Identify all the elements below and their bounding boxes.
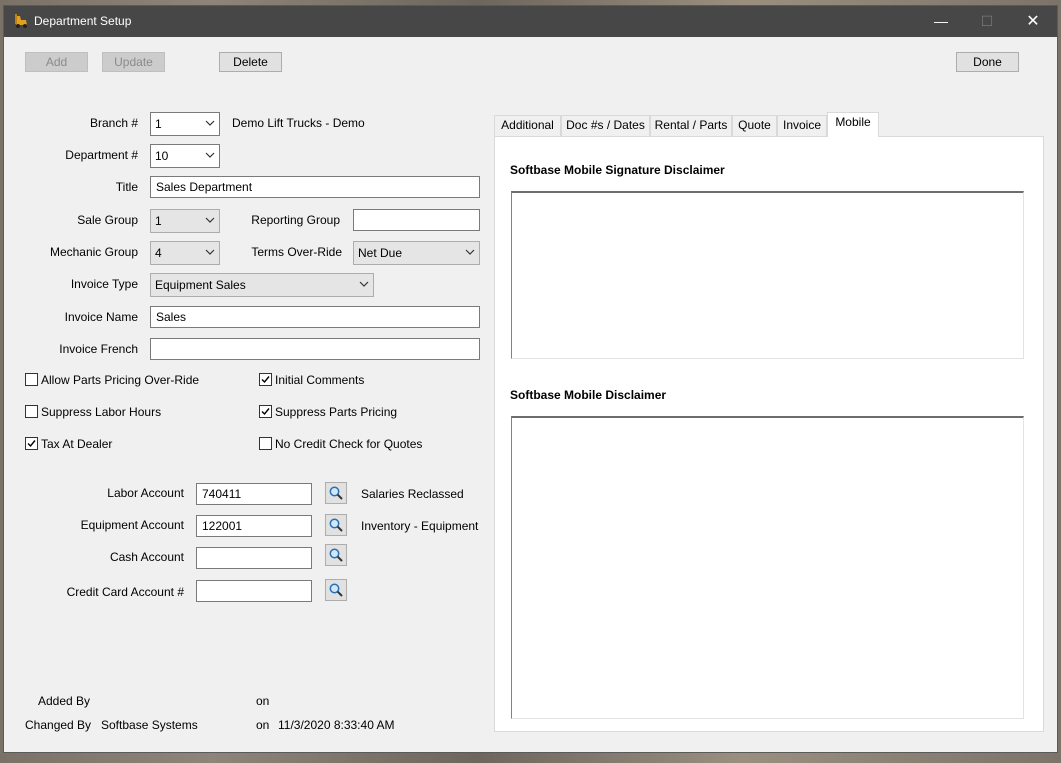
title-bar: Department Setup — ☐ ✕ [4,6,1057,37]
terms-override-label: Terms Over-Ride [251,245,342,259]
initial-comments-checkbox[interactable] [259,373,272,386]
tab-invoice[interactable]: Invoice [777,115,827,136]
invoice-type-label: Invoice Type [70,277,138,291]
credit-card-account-field[interactable] [196,580,312,602]
update-button[interactable]: Update [102,52,165,72]
labor-account-lookup-button[interactable] [325,482,347,504]
window-title: Department Setup [34,14,132,28]
title-field[interactable]: Sales Department [150,176,480,198]
chevron-down-icon [359,281,369,287]
labor-account-description: Salaries Reclassed [361,487,464,501]
equipment-account-label: Equipment Account [80,518,184,532]
mobile-disclaimer-textarea[interactable] [511,416,1024,719]
chevron-down-icon [205,217,215,223]
mobile-tab-panel: Softbase Mobile Signature Disclaimer Sof… [494,136,1044,732]
chevron-down-icon [205,152,215,158]
signature-disclaimer-textarea[interactable] [511,191,1024,359]
add-button[interactable]: Add [25,52,88,72]
checkmark-icon [261,376,270,384]
no-credit-check-checkbox[interactable] [259,437,272,450]
mobile-disclaimer-heading: Softbase Mobile Disclaimer [510,388,667,402]
allow-parts-pricing-label: Allow Parts Pricing Over-Ride [41,373,200,387]
done-button[interactable]: Done [956,52,1019,72]
terms-override-select[interactable]: Net Due [353,241,480,265]
title-label: Title [115,180,138,194]
branch-label: Branch # [89,116,138,130]
department-value: 10 [155,149,169,163]
tab-doc-dates[interactable]: Doc #s / Dates [561,115,650,136]
tab-rental-parts[interactable]: Rental / Parts [650,115,732,136]
checkmark-icon [27,440,36,448]
invoice-name-label: Invoice Name [64,310,138,324]
delete-button[interactable]: Delete [219,52,282,72]
cash-account-field[interactable] [196,547,312,569]
branch-value: 1 [155,117,162,131]
allow-parts-pricing-checkbox[interactable] [25,373,38,386]
chevron-down-icon [205,120,215,126]
magnifier-icon [329,486,343,500]
close-button[interactable]: ✕ [1010,6,1056,37]
magnifier-icon [329,583,343,597]
sale-group-label: Sale Group [77,213,138,227]
invoice-french-field[interactable] [150,338,480,360]
maximize-button[interactable]: ☐ [964,6,1010,37]
added-by-label: Added By [38,694,91,708]
app-icon [13,13,29,29]
cash-account-lookup-button[interactable] [325,544,347,566]
mechanic-group-label: Mechanic Group [49,245,138,259]
initial-comments-label: Initial Comments [275,373,365,387]
invoice-type-select[interactable]: Equipment Sales [150,273,374,297]
tab-mobile[interactable]: Mobile [827,112,879,137]
credit-card-account-label: Credit Card Account # [66,585,184,599]
tab-additional[interactable]: Additional [494,115,561,136]
mechanic-group-value: 4 [155,246,162,260]
minimize-button[interactable]: — [918,6,964,37]
checkmark-icon [261,408,270,416]
changed-on-value: 11/3/2020 8:33:40 AM [278,718,395,732]
cash-account-label: Cash Account [109,550,184,564]
chevron-down-icon [205,249,215,255]
mechanic-group-select[interactable]: 4 [150,241,220,265]
department-select[interactable]: 10 [150,144,220,168]
reporting-group-label: Reporting Group [251,213,340,227]
changed-by-label: Changed By [25,718,92,732]
reporting-group-field[interactable] [353,209,480,231]
signature-disclaimer-heading: Softbase Mobile Signature Disclaimer [510,163,725,177]
invoice-name-field[interactable]: Sales [150,306,480,328]
magnifier-icon [329,548,343,562]
equipment-account-lookup-button[interactable] [325,514,347,536]
tax-at-dealer-checkbox[interactable] [25,437,38,450]
department-label: Department # [65,148,138,162]
branch-select[interactable]: 1 [150,112,220,136]
changed-on-label: on [256,718,270,732]
suppress-parts-pricing-checkbox[interactable] [259,405,272,418]
labor-account-field[interactable]: 740411 [196,483,312,505]
equipment-account-field[interactable]: 122001 [196,515,312,537]
magnifier-icon [329,518,343,532]
equipment-account-description: Inventory - Equipment [361,519,479,533]
suppress-labor-hours-checkbox[interactable] [25,405,38,418]
terms-override-value: Net Due [358,246,403,260]
changed-by-value: Softbase Systems [101,718,198,732]
branch-name: Demo Lift Trucks - Demo [232,116,365,130]
added-on-label: on [256,694,270,708]
department-setup-window: Department Setup — ☐ ✕ Add Update Delete… [3,5,1058,753]
tax-at-dealer-label: Tax At Dealer [41,437,113,451]
tab-quote[interactable]: Quote [732,115,777,136]
suppress-parts-pricing-label: Suppress Parts Pricing [275,405,398,419]
invoice-french-label: Invoice French [59,342,138,356]
sale-group-value: 1 [155,214,162,228]
sale-group-select[interactable]: 1 [150,209,220,233]
chevron-down-icon [465,249,475,255]
suppress-labor-hours-label: Suppress Labor Hours [41,405,162,419]
invoice-type-value: Equipment Sales [155,278,246,292]
credit-card-account-lookup-button[interactable] [325,579,347,601]
labor-account-label: Labor Account [107,486,184,500]
no-credit-check-label: No Credit Check for Quotes [275,437,423,451]
